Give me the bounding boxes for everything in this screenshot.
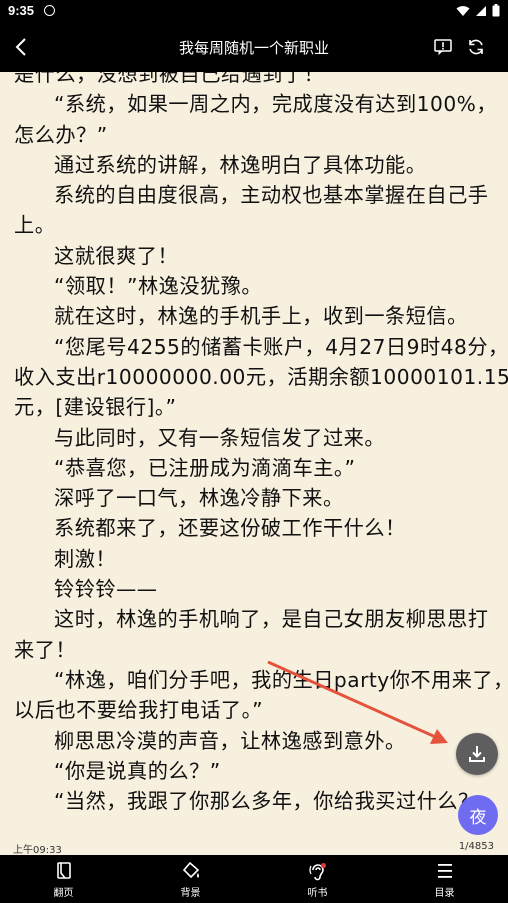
nav-label: 目录 <box>434 887 455 899</box>
text-line: 系统都来了，还要这份破工作干什么！ <box>54 516 406 541</box>
page-flip-icon <box>56 861 71 879</box>
text-line: “恭喜您，已注册成为滴滴车主。” <box>54 455 356 480</box>
signal-icon <box>476 5 486 16</box>
reading-clock: 上午09:33 <box>13 845 62 856</box>
text-line: 铃铃铃—— <box>54 577 158 602</box>
nav-background[interactable]: 背景 <box>127 855 254 903</box>
notification-dot-icon <box>44 5 55 16</box>
nav-label: 背景 <box>180 887 201 899</box>
refresh-button[interactable] <box>462 33 490 61</box>
background-icon <box>182 861 199 878</box>
text-line: 就在这时，林逸的手机手上，收到一条短信。 <box>54 304 468 329</box>
status-bar: 9:35 <box>0 0 508 22</box>
nav-label: 听书 <box>307 887 328 899</box>
text-line: “系统，如果一周之内，完成度没有达到100%， <box>54 92 498 117</box>
nav-label: 翻页 <box>53 887 74 899</box>
text-line: “你是说真的么？” <box>54 758 221 783</box>
text-line: 元，[建设银行]。” <box>14 395 177 420</box>
text-line: 来了！ <box>14 637 77 662</box>
night-mode-button[interactable]: 夜 <box>458 795 498 835</box>
reader-text: 是什么，没想到被自己给遇到了！ “系统，如果一周之内，完成度没有达到100%， 怎么… <box>0 72 508 816</box>
text-line: 怎么办？” <box>14 122 108 147</box>
text-line: 以后也不要给我打电话了。” <box>14 698 264 723</box>
report-icon <box>434 39 452 55</box>
download-button[interactable] <box>456 733 498 775</box>
text-line: 这就很爽了！ <box>54 243 179 268</box>
download-icon <box>469 746 485 762</box>
status-icons <box>456 4 500 17</box>
text-line: “您尾号4255的储蓄卡账户，4月27日9时48分， <box>54 334 508 359</box>
text-line: 这时，林逸的手机响了，是自己女朋友柳思思打 <box>54 607 489 632</box>
text-line: 通过系统的讲解，林逸明白了具体功能。 <box>54 152 427 177</box>
text-line: 与此同时，又有一条短信发了过来。 <box>54 425 386 450</box>
nav-catalog[interactable]: 目录 <box>381 855 508 903</box>
status-time: 9:35 <box>8 3 35 18</box>
nav-page-flip[interactable]: 翻页 <box>0 855 127 903</box>
refresh-icon <box>469 39 483 55</box>
report-button[interactable] <box>429 33 457 61</box>
text-line: 深呼了一口气，林逸冷静下来。 <box>54 486 344 511</box>
battery-icon <box>492 4 500 17</box>
text-line: “当然，我跟了你那么多年，你给我买过什么？ <box>54 789 479 814</box>
listen-badge <box>321 863 326 868</box>
text-line: 是什么，没想到被自己给遇到了！ <box>14 72 325 86</box>
text-line: 上。 <box>14 213 56 238</box>
nav-listen[interactable]: 听书 <box>254 855 381 903</box>
reader-content[interactable]: 是什么，没想到被自己给遇到了！ “系统，如果一周之内，完成度没有达到100%， 怎么… <box>0 72 508 837</box>
wifi-icon <box>456 5 470 16</box>
text-line: 收入支出r10000000.00元，活期余额10000101.15 <box>14 364 508 389</box>
night-mode-label: 夜 <box>469 807 487 828</box>
text-line: 系统的自由度很高，主动权也基本掌握在自己手 <box>54 183 489 208</box>
page-indicator: 1/4853 <box>458 841 494 852</box>
app-header: 我每周随机一个新职业 <box>0 22 508 72</box>
bottom-nav: 翻页 背景 听书 目录 <box>0 855 508 903</box>
text-line: 刺激！ <box>54 546 117 571</box>
text-line: “林逸，咱们分手吧，我的生日party你不用来了， <box>54 667 508 692</box>
text-line: “领取！”林逸没犹豫。 <box>54 274 263 299</box>
text-line: 柳思思冷漠的声音，让林逸感到意外。 <box>54 728 406 753</box>
catalog-icon <box>437 863 452 878</box>
